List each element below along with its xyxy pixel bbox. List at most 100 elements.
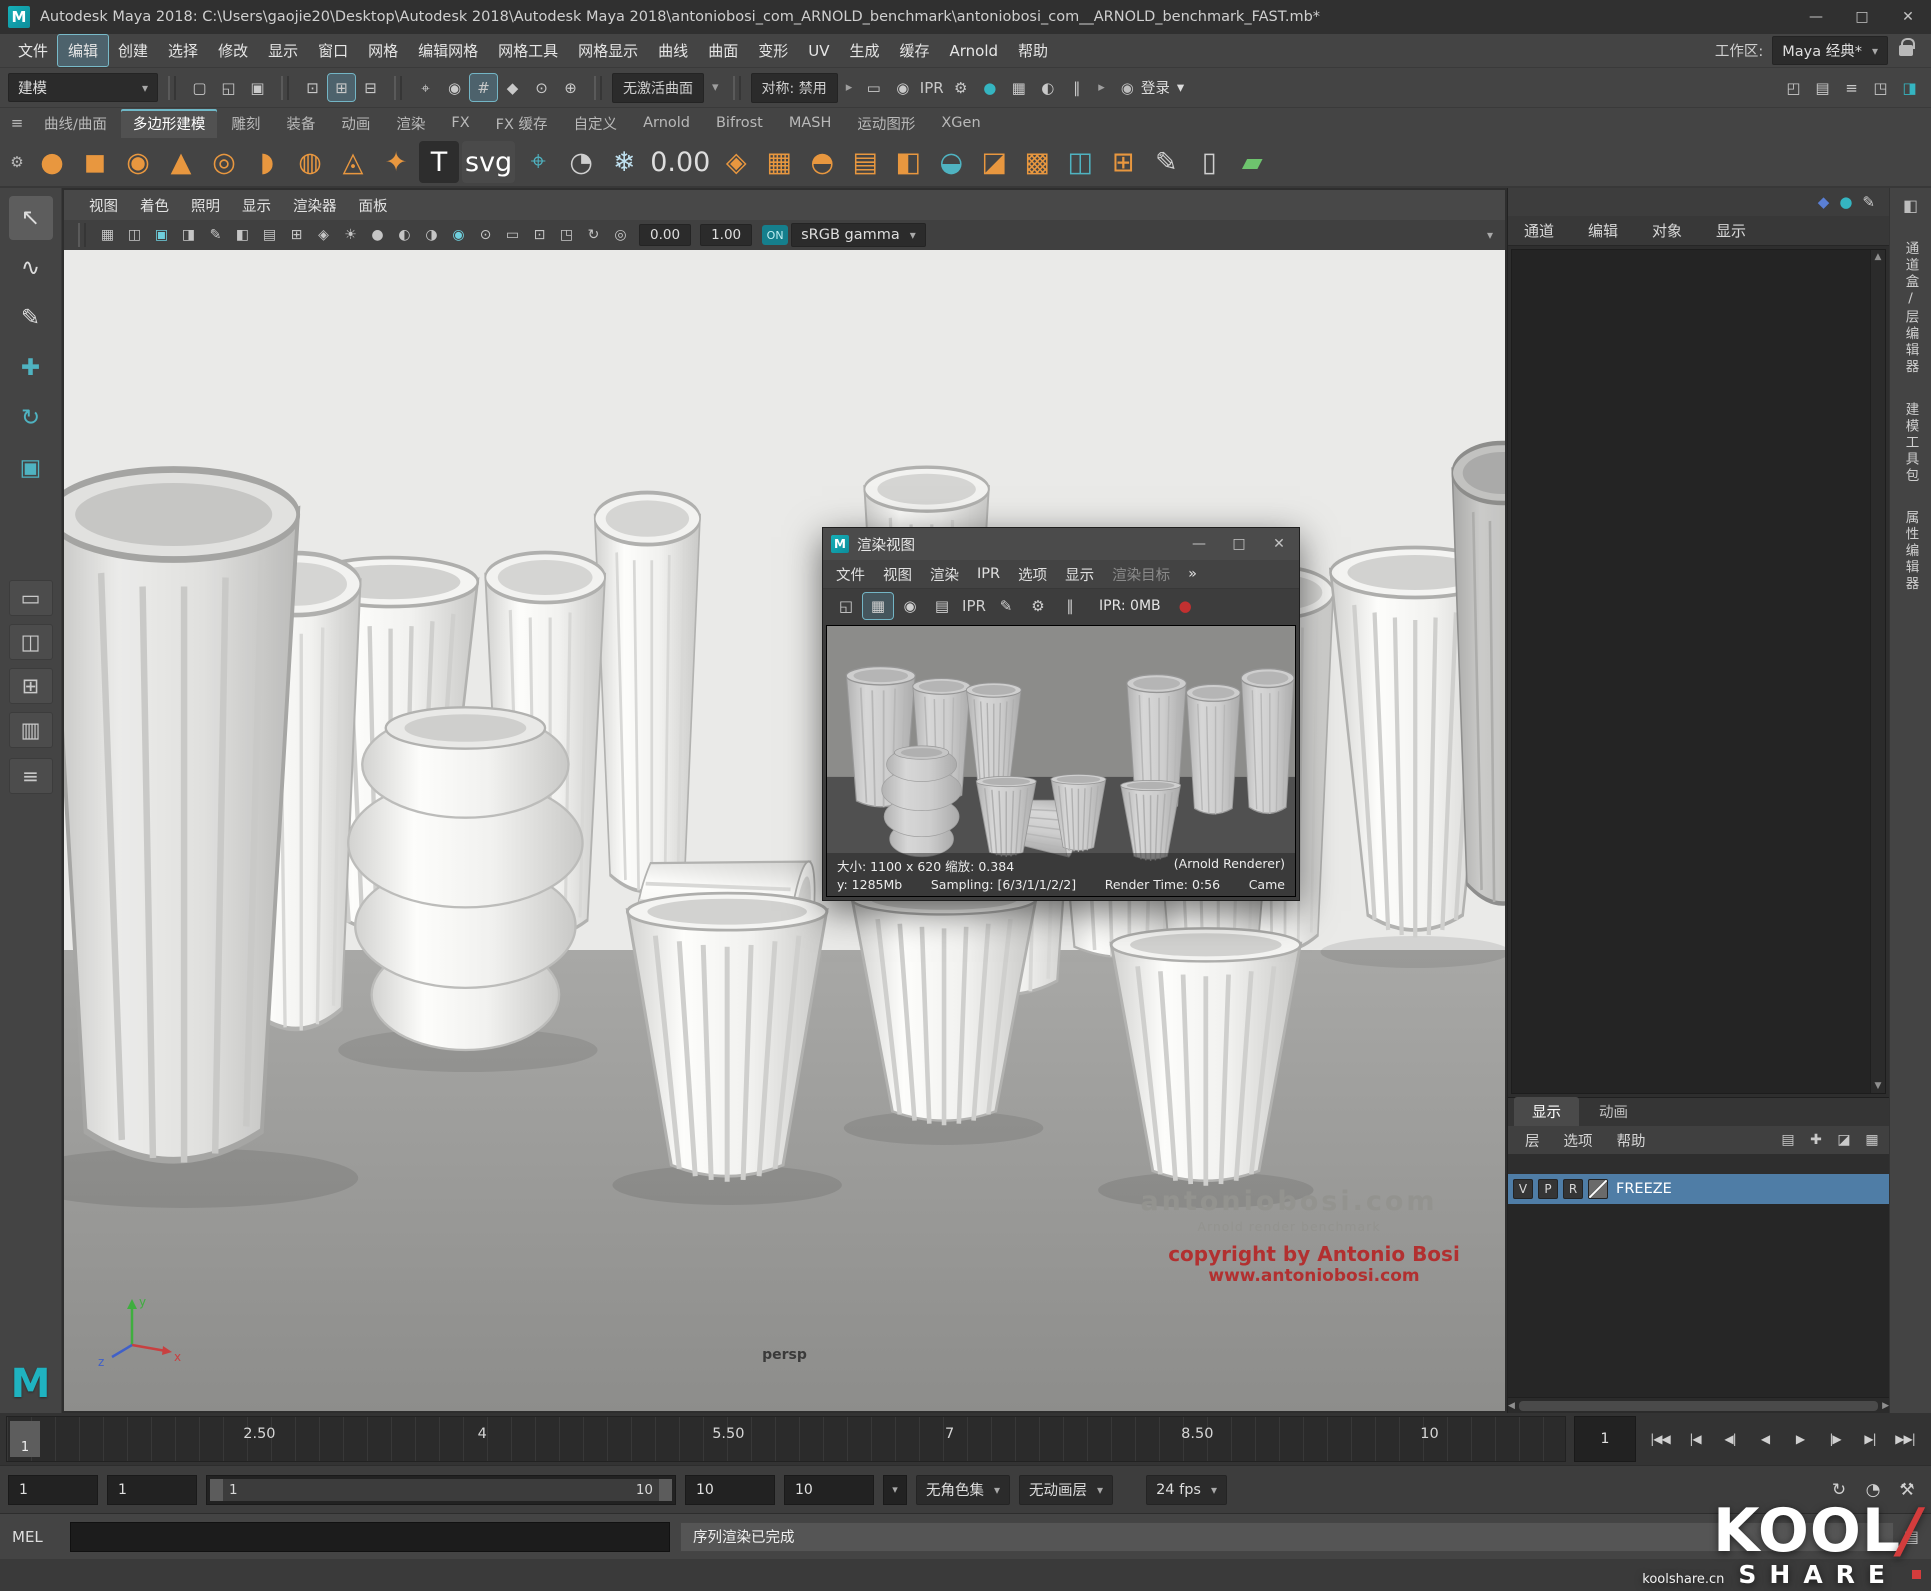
anim-layer-dropdown[interactable]: 无动画层 ▾	[1019, 1475, 1113, 1505]
animation-end-field[interactable]: 10	[784, 1475, 874, 1505]
render-view-menu-1[interactable]: 视图	[874, 561, 921, 588]
render-view-tool-5[interactable]: ✎	[991, 593, 1021, 619]
selection-mask-icon-1[interactable]: ⊞	[328, 74, 355, 101]
viewport-toolbar-icon-9[interactable]: ☀	[338, 224, 363, 247]
render-icon-0[interactable]: ▭	[860, 74, 887, 101]
snap-icon-5[interactable]: ⊕	[557, 74, 584, 101]
menu-item-10[interactable]: 网格显示	[568, 35, 648, 66]
shelf-tool-icon-19[interactable]: ◧	[888, 141, 928, 183]
tool-button-2[interactable]: ✎	[9, 296, 53, 340]
viewport-menu-4[interactable]: 渲染器	[282, 192, 348, 219]
shelf-tool-icon-12[interactable]: ◔	[561, 141, 601, 183]
shelf-tool-icon-22[interactable]: ▩	[1017, 141, 1057, 183]
shelf-tool-icon-10[interactable]: svg	[462, 141, 515, 183]
layer-playback-toggle[interactable]: P	[1538, 1179, 1558, 1199]
menu-item-7[interactable]: 网格	[358, 35, 408, 66]
horizontal-scrollbar[interactable]: ◀ ▶	[1508, 1397, 1889, 1413]
render-view-menu-7[interactable]: »	[1179, 563, 1206, 585]
current-frame-field[interactable]: 1	[1574, 1416, 1636, 1462]
viewport-toolbar-icon-8[interactable]: ◈	[311, 224, 336, 247]
render-view-menu-3[interactable]: IPR	[968, 563, 1009, 585]
panel-top-icon-2[interactable]: ✎	[1862, 193, 1875, 211]
scrollbar-thumb[interactable]	[1519, 1401, 1878, 1411]
shelf-tab-4[interactable]: 动画	[329, 109, 382, 138]
frame-ruler[interactable]: 12.5045.5078.5010 1	[6, 1416, 1566, 1462]
menu-item-2[interactable]: 创建	[108, 35, 158, 66]
mel-toggle[interactable]: MEL	[12, 1528, 60, 1546]
playback-button-0[interactable]: |◀◀	[1644, 1423, 1676, 1455]
layer-menu-0[interactable]: 层	[1514, 1128, 1551, 1153]
playback-button-3[interactable]: ◀	[1749, 1423, 1781, 1455]
scroll-left-icon[interactable]: ◀	[1508, 1401, 1515, 1411]
chevron-down-icon[interactable]: ▾	[1487, 228, 1497, 242]
expand-arrow-icon[interactable]: ▸	[842, 80, 857, 95]
shelf-tool-icon-1[interactable]: ◼	[75, 141, 115, 183]
active-surface-field[interactable]: 无激活曲面	[612, 73, 704, 103]
signin-button[interactable]: ◉ 登录 ▾	[1113, 74, 1192, 101]
layer-color-swatch[interactable]	[1588, 1179, 1608, 1199]
render-icon-1[interactable]: ◉	[889, 74, 916, 101]
render-icon-7[interactable]: ∥	[1063, 74, 1090, 101]
menu-item-6[interactable]: 窗口	[308, 35, 358, 66]
viewport-toolbar-icon-3[interactable]: ◨	[176, 224, 201, 247]
viewport-toolbar-icon-1[interactable]: ◫	[122, 224, 147, 247]
playback-start-field[interactable]: 1	[107, 1475, 197, 1505]
viewport-menu-1[interactable]: 着色	[129, 192, 180, 219]
menu-item-5[interactable]: 显示	[258, 35, 308, 66]
shelf-gear-icon[interactable]: ⚙	[4, 150, 30, 174]
shelf-tool-icon-13[interactable]: ❄	[604, 141, 644, 183]
shelf-tool-icon-23[interactable]: ◫	[1060, 141, 1100, 183]
layer-row-freeze[interactable]: V P R FREEZE	[1508, 1174, 1889, 1204]
view-transform-dropdown[interactable]: sRGB gamma ▾	[791, 223, 926, 247]
playback-button-7[interactable]: ▶▶|	[1889, 1423, 1921, 1455]
symmetry-field[interactable]: 对称: 禁用	[751, 73, 838, 103]
layer-editor-icon-0[interactable]: ▤	[1777, 1132, 1799, 1148]
channel-box-menu-2[interactable]: 对象	[1652, 220, 1682, 241]
layer-editor-tab-1[interactable]: 动画	[1581, 1097, 1646, 1126]
shelf-tab-12[interactable]: 运动图形	[845, 109, 927, 138]
render-view-menu-5[interactable]: 显示	[1056, 561, 1103, 588]
render-view-tool-2[interactable]: ◉	[895, 593, 925, 619]
render-view-tool-0[interactable]: ◱	[831, 593, 861, 619]
layer-visible-toggle[interactable]: V	[1513, 1179, 1533, 1199]
render-view-menu-0[interactable]: 文件	[827, 561, 874, 588]
render-icon-6[interactable]: ◐	[1034, 74, 1061, 101]
layer-editor-icon-2[interactable]: ◪	[1833, 1132, 1855, 1148]
rv-minimize-button[interactable]: —	[1179, 528, 1219, 560]
color-management-toggle[interactable]: ON	[762, 225, 788, 245]
statusline-right-icon-0[interactable]: ◰	[1780, 74, 1807, 101]
layer-editor-icon-3[interactable]: ▦	[1861, 1132, 1883, 1148]
range-start-handle[interactable]	[210, 1479, 223, 1501]
shelf-tab-11[interactable]: MASH	[777, 111, 844, 135]
shelf-tab-1[interactable]: 多边形建模	[121, 109, 218, 138]
menu-item-13[interactable]: 变形	[748, 35, 798, 66]
shelf-tool-icon-4[interactable]: ◎	[204, 141, 244, 183]
shelf-tool-icon-17[interactable]: ◓	[802, 141, 842, 183]
render-icon-5[interactable]: ▦	[1005, 74, 1032, 101]
layer-reference-toggle[interactable]: R	[1563, 1179, 1583, 1199]
viewport-toolbar-icon-12[interactable]: ◑	[419, 224, 444, 247]
menu-item-16[interactable]: 缓存	[889, 35, 939, 66]
shelf-tool-icon-5[interactable]: ◗	[247, 141, 287, 183]
selection-mask-icon-2[interactable]: ⊟	[357, 74, 384, 101]
vertical-scrollbar[interactable]: ▲ ▼	[1870, 250, 1885, 1093]
render-view-tool-3[interactable]: ▤	[927, 593, 957, 619]
shelf-tool-icon-16[interactable]: ▦	[759, 141, 799, 183]
scroll-right-icon[interactable]: ▶	[1882, 1401, 1889, 1411]
render-icon-2[interactable]: IPR	[918, 74, 945, 101]
playback-button-1[interactable]: |◀	[1679, 1423, 1711, 1455]
range-end-handle[interactable]	[659, 1479, 672, 1501]
scroll-up-icon[interactable]: ▲	[1875, 252, 1882, 262]
statusline-right-icon-1[interactable]: ▤	[1809, 74, 1836, 101]
viewport-toolbar-icon-7[interactable]: ⊞	[284, 224, 309, 247]
viewport-toolbar-icon-17[interactable]: ◳	[554, 224, 579, 247]
dock-tab-2[interactable]: 属性编辑器	[1901, 510, 1921, 593]
tool-button-0[interactable]: ↖	[9, 196, 53, 240]
render-view-titlebar[interactable]: M 渲染视图 — □ ✕	[823, 528, 1299, 560]
snap-icon-1[interactable]: ◉	[441, 74, 468, 101]
shelf-tab-6[interactable]: FX	[439, 111, 481, 135]
shelf-tool-icon-18[interactable]: ▤	[845, 141, 885, 183]
lock-icon[interactable]	[1899, 45, 1913, 56]
shelf-tool-icon-7[interactable]: ◬	[333, 141, 373, 183]
render-icon-4[interactable]: ●	[976, 74, 1003, 101]
